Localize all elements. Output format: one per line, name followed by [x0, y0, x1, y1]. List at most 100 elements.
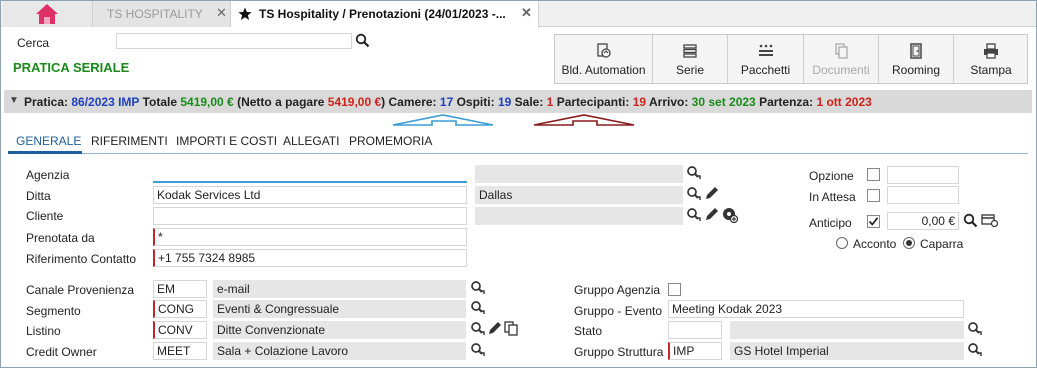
anticipo-checkbox[interactable] [867, 215, 880, 228]
search-key-icon[interactable] [470, 342, 486, 358]
collapse-icon[interactable]: ▼ [9, 95, 19, 106]
prenotata-label: Prenotata da [26, 231, 95, 245]
pencil-icon[interactable] [704, 207, 719, 222]
segmento-label: Segmento [26, 304, 81, 318]
button-label: Documenti [812, 63, 870, 77]
tab-allegati[interactable]: ALLEGATI [283, 134, 339, 148]
serie-button[interactable]: Serie [653, 35, 728, 83]
ditta-input[interactable]: Kodak Services Ltd [153, 186, 467, 204]
listino-desc: Ditte Convenzionate [213, 321, 466, 339]
opzione-checkbox[interactable] [867, 168, 880, 181]
riferimento-input[interactable]: +1 755 7324 8985 [153, 249, 467, 267]
netto-value: 5419,00 € [327, 95, 382, 109]
package-list-icon [758, 44, 773, 56]
page-title: PRATICA SERIALE [13, 60, 130, 75]
caparra-radio[interactable] [903, 237, 915, 249]
search-key-icon[interactable] [470, 280, 486, 296]
search-input[interactable] [116, 33, 352, 49]
documenti-button[interactable]: Documenti [804, 35, 879, 83]
close-icon[interactable]: ✕ [216, 5, 227, 21]
canale-code[interactable]: EM [153, 280, 207, 298]
toolbar: Bld. Automation Serie Pacchetti Document… [554, 34, 1028, 84]
tab-riferimenti[interactable]: RIFERIMENTI [91, 134, 168, 148]
agenzia-city-field [475, 165, 683, 183]
search-key-icon[interactable] [686, 186, 702, 202]
bld-automation-button[interactable]: Bld. Automation [555, 35, 653, 83]
gruppo-agenzia-checkbox[interactable] [668, 283, 681, 296]
tab-prenotazioni[interactable]: TS Hospitality / Prenotazioni (24/01/202… [231, 1, 539, 28]
pencil-icon[interactable] [487, 321, 502, 336]
stato-label: Stato [574, 324, 603, 338]
gruppo-evento-label: Gruppo - Evento [574, 304, 663, 318]
anticipo-amount[interactable]: 0,00 € [887, 212, 959, 230]
tab-generale[interactable]: GENERALE [16, 134, 81, 148]
sale-value: 1 [546, 95, 554, 109]
pratica-label: Pratica: [24, 95, 69, 109]
search-icon[interactable] [355, 33, 370, 48]
search-key-icon[interactable] [470, 300, 486, 316]
tab-importi-e-costi[interactable]: IMPORTI E COSTI [176, 134, 277, 148]
in-attesa-checkbox[interactable] [867, 189, 880, 202]
ditta-label: Ditta [26, 189, 51, 203]
ospiti-value: 19 [497, 95, 512, 109]
cliente-label: Cliente [26, 209, 64, 223]
in-attesa-field[interactable] [887, 186, 959, 204]
listino-label: Listino [26, 324, 61, 338]
stato-code[interactable] [668, 321, 722, 339]
camere-value: 17 [439, 95, 454, 109]
tab-home[interactable] [3, 1, 93, 27]
credit-owner-label: Credit Owner [26, 345, 97, 359]
button-label: Pacchetti [740, 63, 791, 77]
stampa-button[interactable]: Stampa [954, 35, 1028, 83]
partecipanti-label: Partecipanti: [556, 95, 630, 109]
close-icon[interactable]: ✕ [521, 5, 532, 21]
tab-promemoria[interactable]: PROMEMORIA [349, 134, 432, 148]
segmento-code[interactable]: CONG [153, 300, 207, 318]
gruppo-struttura-code[interactable]: IMP [668, 342, 722, 360]
agenzia-input[interactable] [153, 165, 467, 183]
summary-bar: ▼ Pratica: 86/2023 IMP Totale 5419,00 € … [4, 90, 1032, 113]
gruppo-struttura-desc: GS Hotel Imperial [730, 342, 964, 360]
credit-owner-desc: Sala + Colazione Lavoro [213, 342, 466, 360]
listino-code[interactable]: CONV [153, 321, 207, 339]
partenza-label: Partenza: [759, 95, 814, 109]
search-key-icon[interactable] [967, 342, 983, 358]
cliente-input[interactable] [153, 207, 467, 225]
netto-label: (Netto a pagare [237, 95, 325, 109]
rooming-button[interactable]: Rooming [879, 35, 954, 83]
stato-desc [730, 321, 964, 339]
caparra-label: Caparra [920, 237, 964, 251]
gruppo-struttura-label: Gruppo Struttura [574, 345, 664, 359]
canale-label: Canale Provenienza [26, 283, 135, 297]
cliente-city-field [475, 207, 683, 225]
search-key-icon[interactable] [967, 321, 983, 337]
acconto-radio[interactable] [836, 237, 848, 249]
add-settings-icon[interactable] [721, 206, 738, 223]
pencil-icon[interactable] [704, 186, 719, 201]
credit-owner-code[interactable]: MEET [153, 342, 207, 360]
gruppo-evento-input[interactable]: Meeting Kodak 2023 [668, 300, 964, 318]
arrivo-label: Arrivo: [648, 95, 689, 109]
home-icon [36, 4, 58, 24]
search-key-icon[interactable] [470, 321, 486, 337]
tab-ts-hospitality[interactable]: TS HOSPITALITY ✕ [93, 1, 231, 27]
documents-icon [835, 43, 848, 59]
pacchetti-button[interactable]: Pacchetti [728, 35, 804, 83]
opzione-field[interactable] [887, 166, 959, 184]
partecipanti-value: 19 [632, 95, 647, 109]
search-label: Cerca [17, 36, 50, 50]
search-key-icon[interactable] [686, 207, 702, 223]
prenotata-input[interactable]: * [153, 228, 467, 246]
payment-card-icon[interactable] [981, 214, 998, 227]
segmento-desc: Eventi & Congressuale [213, 300, 466, 318]
gruppo-agenzia-label: Gruppo Agenzia [574, 283, 661, 297]
red-arrow-annotation [533, 114, 635, 126]
totale-label: Totale [142, 95, 177, 109]
copy-icon[interactable] [504, 321, 518, 336]
button-label: Serie [675, 63, 704, 77]
search-key-icon[interactable] [686, 165, 702, 181]
star-icon [238, 7, 252, 20]
in-attesa-label: In Attesa [809, 190, 856, 204]
blue-arrow-annotation [392, 114, 494, 126]
search-icon[interactable] [963, 213, 978, 228]
